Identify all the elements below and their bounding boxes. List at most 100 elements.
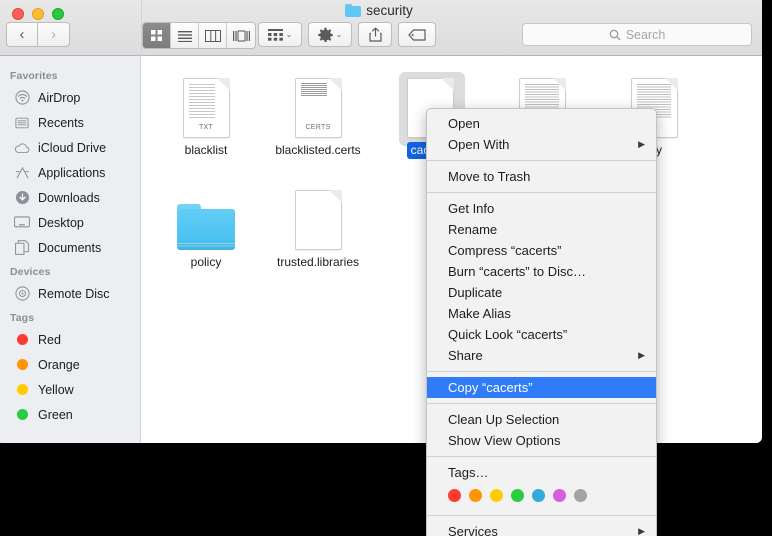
desktop-background: security ‹ › ⌄ ⌄ Search Favorites AirDro…: [0, 0, 772, 536]
action-menu-button[interactable]: ⌄: [308, 22, 352, 47]
menu-item-label: Clean Up Selection: [448, 412, 560, 427]
tag-swatch-purple[interactable]: [553, 489, 566, 502]
tag-swatch-row: [427, 483, 656, 510]
sidebar-heading-tags: Tags: [10, 312, 35, 324]
menu-item-label: Open With: [448, 137, 510, 152]
text-document-icon: TXT: [150, 64, 262, 138]
file-item[interactable]: TXT blacklist: [150, 64, 262, 159]
menu-item-clean-up-selection[interactable]: Clean Up Selection: [427, 409, 656, 430]
sidebar-item-label: AirDrop: [38, 90, 81, 105]
tag-dot-icon: [14, 382, 30, 398]
menu-item-open-with[interactable]: Open With ▶: [427, 134, 656, 155]
tag-dot-icon: [14, 407, 30, 423]
menu-item-move-to-trash[interactable]: Move to Trash: [427, 166, 656, 187]
sidebar-item-recents[interactable]: Recents: [0, 110, 140, 135]
window-titlebar: security ‹ › ⌄ ⌄ Search: [0, 0, 762, 56]
sidebar-item-applications[interactable]: Applications: [0, 160, 140, 185]
share-button[interactable]: [358, 22, 392, 47]
sidebar-item-label: Applications: [38, 165, 106, 180]
downloads-icon: [14, 190, 30, 206]
menu-item-show-view-options[interactable]: Show View Options: [427, 430, 656, 451]
sidebar-item-label: Downloads: [38, 190, 100, 205]
menu-separator: [427, 160, 656, 161]
tag-swatch-green[interactable]: [511, 489, 524, 502]
menu-item-label: Services: [448, 524, 498, 536]
menu-item-compress[interactable]: Compress “cacerts”: [427, 240, 656, 261]
blank-document-icon: [262, 176, 374, 250]
menu-item-label: Burn “cacerts” to Disc…: [448, 264, 586, 279]
context-menu[interactable]: Open Open With ▶ Move to Trash Get Info …: [426, 108, 657, 536]
menu-item-rename[interactable]: Rename: [427, 219, 656, 240]
menu-item-duplicate[interactable]: Duplicate: [427, 282, 656, 303]
sidebar-item-tag-yellow[interactable]: Yellow: [0, 377, 140, 402]
file-item[interactable]: policy: [150, 176, 262, 271]
menu-item-services[interactable]: Services ▶: [427, 521, 656, 536]
menu-separator: [427, 371, 656, 372]
menu-item-label: Move to Trash: [448, 169, 531, 184]
arrange-button[interactable]: ⌄: [258, 22, 302, 47]
desktop-icon: [14, 215, 30, 231]
sidebar-item-label: Desktop: [38, 215, 84, 230]
menu-item-label: Show View Options: [448, 433, 561, 448]
sidebar-item-tag-orange[interactable]: Orange: [0, 352, 140, 377]
documents-icon: [14, 240, 30, 256]
sidebar-item-tag-red[interactable]: Red: [0, 327, 140, 352]
menu-item-label: Make Alias: [448, 306, 511, 321]
menu-item-label: Get Info: [448, 201, 495, 216]
share-icon: [368, 27, 382, 42]
window-title-text: security: [366, 3, 413, 18]
icon-view-button[interactable]: [143, 23, 171, 48]
submenu-arrow-icon: ▶: [638, 526, 645, 536]
gallery-view-button[interactable]: [227, 23, 255, 48]
menu-item-copy[interactable]: Copy “cacerts”: [427, 377, 656, 398]
menu-item-make-alias[interactable]: Make Alias: [427, 303, 656, 324]
menu-item-quick-look[interactable]: Quick Look “cacerts”: [427, 324, 656, 345]
menu-item-label: Quick Look “cacerts”: [448, 327, 568, 342]
search-icon: [609, 29, 621, 40]
tag-button[interactable]: [398, 22, 436, 47]
menu-item-label: Open: [448, 116, 480, 131]
menu-item-get-info[interactable]: Get Info: [427, 198, 656, 219]
search-placeholder: Search: [625, 27, 666, 42]
sidebar-item-documents[interactable]: Documents: [0, 235, 140, 260]
sidebar-item-icloud-drive[interactable]: iCloud Drive: [0, 135, 140, 160]
forward-button[interactable]: ›: [38, 22, 70, 47]
menu-item-share[interactable]: Share ▶: [427, 345, 656, 366]
gear-icon: [317, 27, 333, 42]
column-view-button[interactable]: [199, 23, 227, 48]
tag-dot-icon: [14, 332, 30, 348]
titlebar-divider: [141, 0, 142, 56]
back-button[interactable]: ‹: [6, 22, 38, 47]
folder-icon: [345, 4, 362, 17]
sidebar-item-airdrop[interactable]: AirDrop: [0, 85, 140, 110]
tag-swatch-blue[interactable]: [532, 489, 545, 502]
menu-item-tags[interactable]: Tags…: [427, 462, 656, 483]
tag-swatch-orange[interactable]: [469, 489, 482, 502]
sidebar-item-desktop[interactable]: Desktop: [0, 210, 140, 235]
file-item[interactable]: trusted.libraries: [262, 176, 374, 271]
file-item[interactable]: CERTS blacklisted.certs: [262, 64, 374, 159]
file-label: trusted.libraries: [276, 255, 360, 269]
view-mode-segmented-control: [142, 22, 256, 49]
sidebar-item-label: Documents: [38, 240, 102, 255]
tag-swatch-gray[interactable]: [574, 489, 587, 502]
menu-item-label: Duplicate: [448, 285, 503, 300]
menu-item-burn-to-disc[interactable]: Burn “cacerts” to Disc…: [427, 261, 656, 282]
certs-document-icon: CERTS: [262, 64, 374, 138]
search-field[interactable]: Search: [522, 23, 752, 46]
menu-item-open[interactable]: Open: [427, 113, 656, 134]
sidebar-heading-favorites: Favorites: [10, 70, 58, 82]
tag-swatch-yellow[interactable]: [490, 489, 503, 502]
applications-icon: [14, 165, 30, 181]
disc-icon: [14, 286, 30, 302]
cloud-icon: [14, 140, 30, 156]
sidebar-item-label: Recents: [38, 115, 84, 130]
sidebar-item-downloads[interactable]: Downloads: [0, 185, 140, 210]
sidebar-item-tag-green[interactable]: Green: [0, 402, 140, 427]
list-view-button[interactable]: [171, 23, 199, 48]
tag-swatch-red[interactable]: [448, 489, 461, 502]
sidebar-item-remote-disc[interactable]: Remote Disc: [0, 281, 140, 306]
tag-icon: [408, 28, 426, 41]
menu-separator: [427, 192, 656, 193]
folder-icon: [150, 176, 262, 250]
